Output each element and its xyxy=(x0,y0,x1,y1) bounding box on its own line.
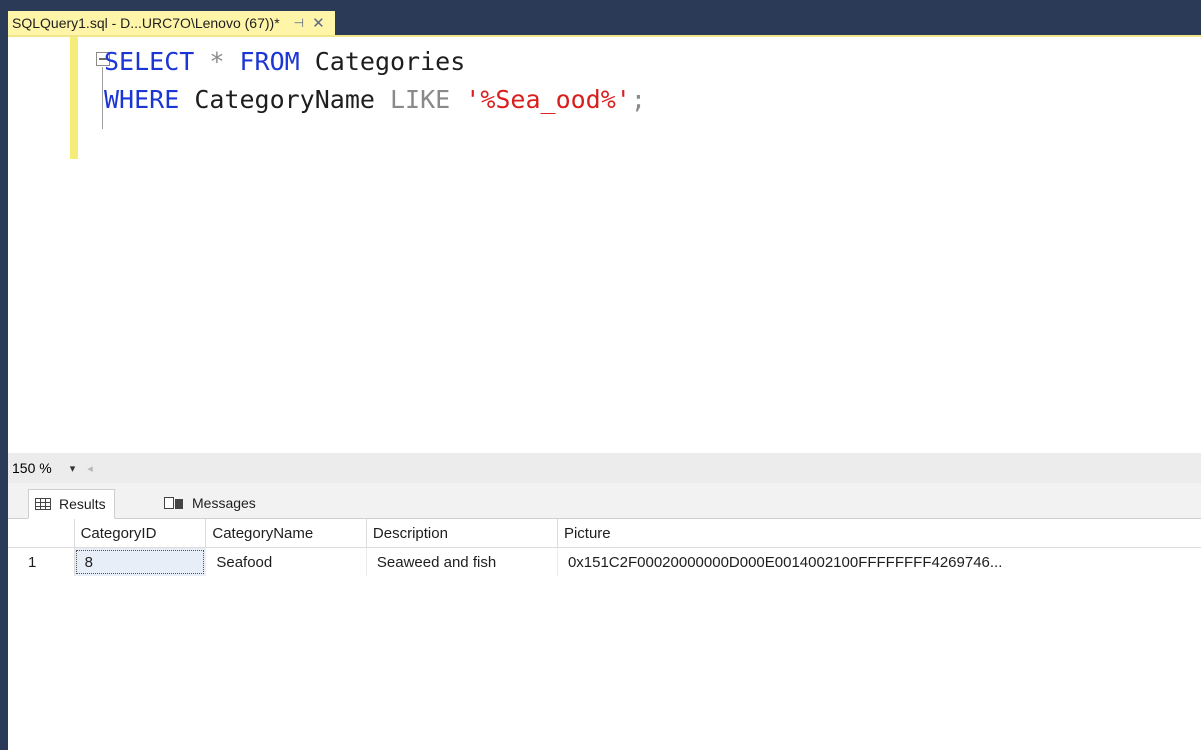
string-literal: '%Sea_ood%' xyxy=(465,85,631,114)
operator-like: LIKE xyxy=(389,85,451,114)
pin-icon[interactable]: ⊣ xyxy=(294,16,304,30)
code-line-2: WHERE CategoryName LIKE '%Sea_ood%'; xyxy=(104,81,646,119)
column-header-description[interactable]: Description xyxy=(366,519,558,548)
results-grid[interactable]: CategoryID CategoryName Description Pict… xyxy=(8,519,1201,576)
keyword-from: FROM xyxy=(239,47,300,76)
tab-messages-label: Messages xyxy=(192,495,256,511)
ssms-window: SQLQuery1.sql - D...URC7O\Lenovo (67))* … xyxy=(0,0,1201,750)
keyword-where: WHERE xyxy=(104,85,180,114)
tab-results[interactable]: Results xyxy=(28,489,115,519)
table-row[interactable]: 1 8 Seafood Seaweed and fish 0x151C2F000… xyxy=(8,547,1201,577)
results-tab-strip: Results Messages xyxy=(8,483,1201,519)
document-tab[interactable]: SQLQuery1.sql - D...URC7O\Lenovo (67))* … xyxy=(8,11,335,35)
grid-icon xyxy=(35,498,51,510)
fold-guide-line xyxy=(102,67,103,129)
document-tab-title: SQLQuery1.sql - D...URC7O\Lenovo (67))* xyxy=(12,15,280,31)
column-header-categoryid[interactable]: CategoryID xyxy=(74,519,207,548)
sql-code[interactable]: SELECT * FROM Categories WHERE CategoryNa… xyxy=(104,43,646,119)
cell-categoryid[interactable]: 8 xyxy=(74,547,207,576)
change-tracking-bar xyxy=(70,37,78,159)
cell-description[interactable]: Seaweed and fish xyxy=(366,547,558,576)
cell-picture[interactable]: 0x151C2F00020000000D000E0014002100FFFFFF… xyxy=(557,548,1201,577)
scroll-left-icon[interactable]: ◂ xyxy=(87,462,93,475)
keyword-select: SELECT xyxy=(104,47,195,76)
column-header-categoryname[interactable]: CategoryName xyxy=(205,519,367,548)
semicolon: ; xyxy=(630,85,646,114)
operator-star: * xyxy=(194,47,240,76)
column-header-picture[interactable]: Picture xyxy=(557,519,1201,548)
column-identifier: CategoryName xyxy=(179,85,390,114)
messages-icon xyxy=(164,496,184,510)
table-identifier: Categories xyxy=(299,47,466,76)
grid-corner-cell[interactable] xyxy=(8,519,75,548)
zoom-dropdown-icon[interactable]: ▾ xyxy=(70,462,76,475)
results-panel: Results Messages CategoryID CategoryName… xyxy=(8,483,1201,750)
tab-results-label: Results xyxy=(59,496,106,512)
cell-categoryname[interactable]: Seafood xyxy=(205,547,367,576)
row-number[interactable]: 1 xyxy=(8,547,75,576)
tab-messages[interactable]: Messages xyxy=(158,489,262,517)
zoom-bar: 150 % ▾ ◂ xyxy=(8,453,1201,483)
query-editor[interactable]: SELECT * FROM Categories WHERE CategoryNa… xyxy=(8,35,1201,455)
close-icon[interactable]: ✕ xyxy=(312,14,325,32)
code-line-1: SELECT * FROM Categories xyxy=(104,43,646,81)
editor-gutter xyxy=(8,37,70,455)
grid-header-row: CategoryID CategoryName Description Pict… xyxy=(8,519,1201,548)
zoom-level[interactable]: 150 % xyxy=(12,460,52,476)
